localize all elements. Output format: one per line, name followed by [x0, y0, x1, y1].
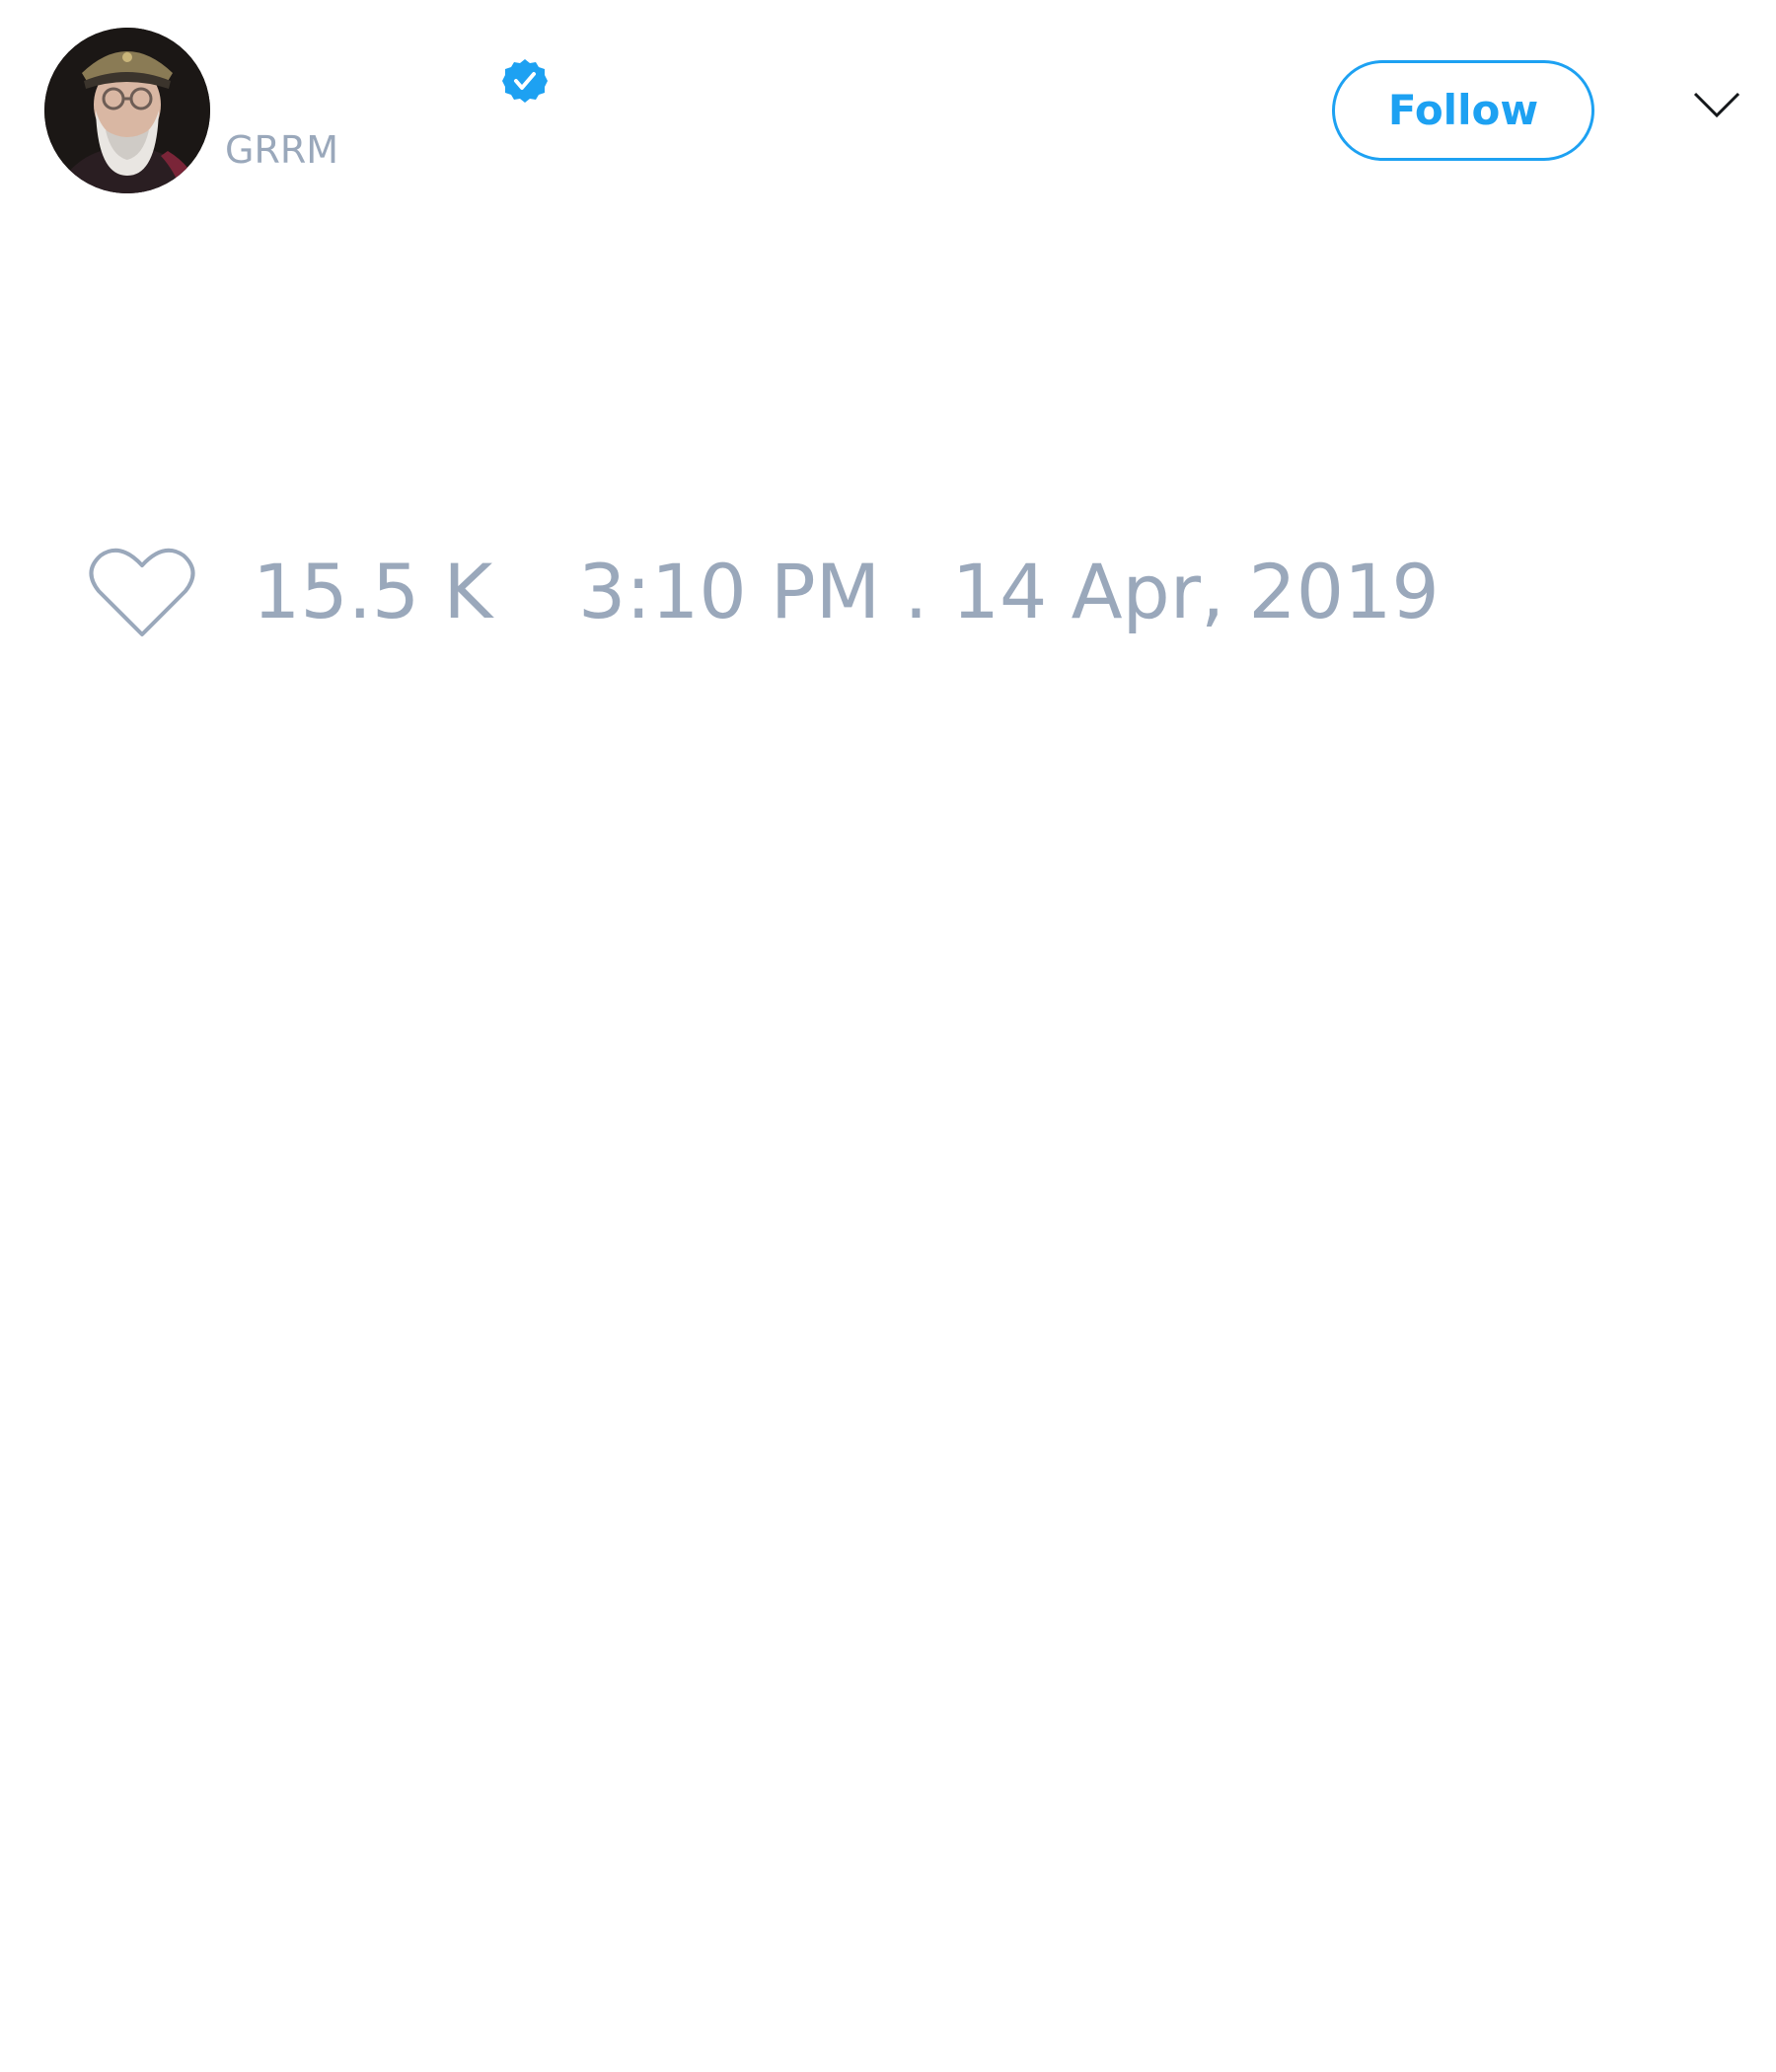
chevron-down-icon[interactable] — [1693, 91, 1740, 118]
heart-outline-icon[interactable] — [89, 546, 195, 638]
display-name[interactable] — [225, 51, 226, 111]
verified-badge-icon — [502, 59, 548, 103]
follow-button[interactable]: Follow — [1332, 60, 1594, 161]
tweet-timestamp[interactable]: 3:10 PM . 14 Apr, 2019 — [578, 538, 1440, 646]
username[interactable]: GRRM — [225, 125, 338, 175]
like-count: 15.5 K — [253, 548, 493, 635]
avatar-photo-icon — [44, 28, 210, 193]
avatar[interactable] — [44, 28, 210, 193]
tweet-card: GRRM Follow 15.5 K 3:10 PM . 14 Apr, 201… — [0, 0, 1776, 2072]
tweet-stats-row: 15.5 K 3:10 PM . 14 Apr, 2019 — [0, 538, 1776, 646]
